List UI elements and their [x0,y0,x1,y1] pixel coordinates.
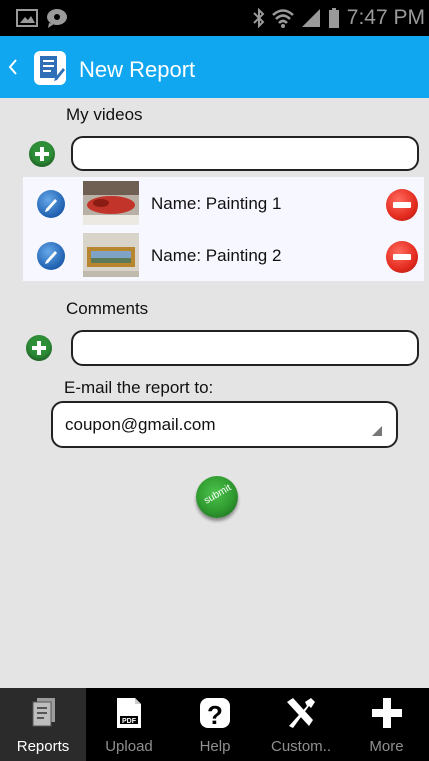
video-thumbnail [83,233,139,277]
tab-more[interactable]: More [344,688,429,761]
submit-label: submit [202,482,234,507]
video-thumbnail [83,181,139,225]
status-bar: 7:47 PM [0,0,429,36]
battery-icon [328,8,339,28]
comments-label: Comments [66,299,149,318]
tab-reports[interactable]: Reports [0,688,86,761]
tab-upload-label: Upload [105,738,153,755]
email-label: E-mail the report to: [64,378,214,397]
my-videos-label: My videos [66,105,143,124]
plus-icon [371,698,402,728]
video-name: Name: Painting 1 [151,194,282,213]
pdf-upload-icon: PDF [117,698,141,728]
status-right-icons: 7:47 PM [253,6,425,30]
action-bar: New Report [0,36,429,98]
svg-text:PDF: PDF [122,718,137,725]
signal-icon [301,9,320,27]
reports-icon [32,698,55,727]
tab-upload[interactable]: PDF Upload [86,688,172,761]
chat-notification-icon [47,9,67,28]
video-input[interactable] [71,136,419,171]
tab-more-label: More [369,738,404,755]
tab-customize[interactable]: Custom.. [258,688,344,761]
wifi-icon [271,9,294,28]
tab-help-label: Help [199,738,231,755]
tab-customize-label: Custom.. [270,738,331,755]
status-clock: 7:47 PM [346,6,425,29]
tab-reports-label: Reports [16,738,70,755]
comment-input[interactable] [71,330,419,366]
bluetooth-icon [253,8,265,28]
svg-text:?: ? [207,700,223,730]
edit-icon[interactable] [37,242,65,270]
add-comment-button[interactable] [26,335,52,361]
submit-button[interactable]: submit [196,476,238,518]
report-app-icon[interactable] [33,50,67,86]
email-select[interactable]: coupon@gmail.com [51,401,398,448]
email-value: coupon@gmail.com [65,415,216,434]
tab-help[interactable]: ? Help [172,688,258,761]
gallery-notification-icon [16,9,38,27]
edit-icon[interactable] [37,190,65,218]
bottom-tab-bar: Reports PDF Upload ? Help Custom.. More [0,688,429,761]
remove-icon[interactable] [386,189,418,221]
add-video-button[interactable] [29,141,55,167]
remove-icon[interactable] [386,241,418,273]
back-chevron-icon[interactable] [8,59,18,75]
tools-icon [287,698,315,728]
help-icon: ? [200,698,230,730]
video-name: Name: Painting 2 [151,246,282,265]
page-title: New Report [79,57,196,82]
dropdown-corner-icon [372,426,382,436]
video-row[interactable]: Name: Painting 1 [23,177,424,229]
video-row[interactable]: Name: Painting 2 [23,229,424,281]
